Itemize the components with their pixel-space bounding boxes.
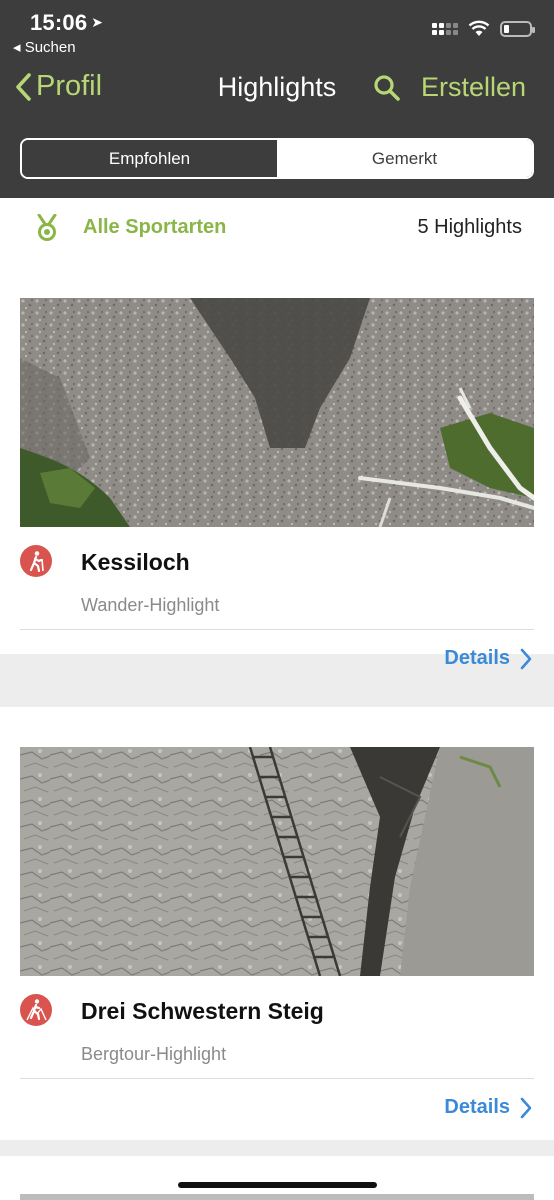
highlight-photo-peek [20, 1194, 534, 1200]
chevron-right-icon [520, 1097, 532, 1118]
details-label: Details [444, 1096, 510, 1118]
highlight-type: Wander-Highlight [81, 595, 220, 615]
status-time: 15:06 ➤ [30, 10, 103, 36]
details-label: Details [444, 647, 510, 669]
highlight-photo[interactable] [20, 298, 534, 527]
divider [20, 1078, 534, 1079]
details-button[interactable]: Details [444, 1096, 532, 1119]
highlight-title[interactable]: Drei Schwestern Steig [81, 998, 324, 1025]
medal-icon [37, 214, 57, 241]
divider [20, 629, 534, 630]
highlight-photo[interactable] [20, 747, 534, 976]
search-icon [374, 75, 400, 101]
status-time-text: 15:06 [30, 10, 88, 35]
segmented-control: Empfohlen Gemerkt [20, 138, 534, 179]
highlight-card-peek[interactable] [0, 1156, 554, 1200]
highlight-type: Bergtour-Highlight [81, 1044, 227, 1064]
back-to-app-link[interactable]: ◂ Suchen [13, 38, 76, 56]
battery-icon [500, 20, 535, 37]
search-button[interactable] [373, 74, 401, 107]
signal-icon [432, 22, 458, 35]
highlight-card[interactable]: Drei Schwestern Steig Bergtour-Highlight… [0, 707, 554, 1140]
hiking-icon [20, 545, 52, 577]
create-button[interactable]: Erstellen [421, 72, 526, 103]
tab-gemerkt[interactable]: Gemerkt [277, 140, 532, 177]
location-arrow-icon: ➤ [91, 14, 104, 30]
wifi-icon [468, 20, 490, 36]
highlight-title[interactable]: Kessiloch [81, 549, 190, 576]
sport-filter-label[interactable]: Alle Sportarten [83, 216, 226, 239]
sport-filter-bar[interactable]: Alle Sportarten 5 Highlights [0, 198, 554, 260]
via-ferrata-ladder-photo [20, 747, 534, 976]
status-icons [432, 20, 535, 37]
top-header: 15:06 ➤ ◂ Suchen Profil Highlights Erstel… [0, 0, 554, 198]
highlights-count: 5 Highlights [417, 216, 522, 238]
scree-slope-photo [20, 298, 534, 527]
home-indicator[interactable] [178, 1182, 377, 1188]
details-button[interactable]: Details [444, 647, 532, 670]
chevron-right-icon [520, 648, 532, 669]
tab-empfohlen[interactable]: Empfohlen [22, 140, 277, 177]
mountaineering-icon [20, 994, 52, 1026]
highlight-card[interactable]: Kessiloch Wander-Highlight Details [0, 258, 554, 669]
